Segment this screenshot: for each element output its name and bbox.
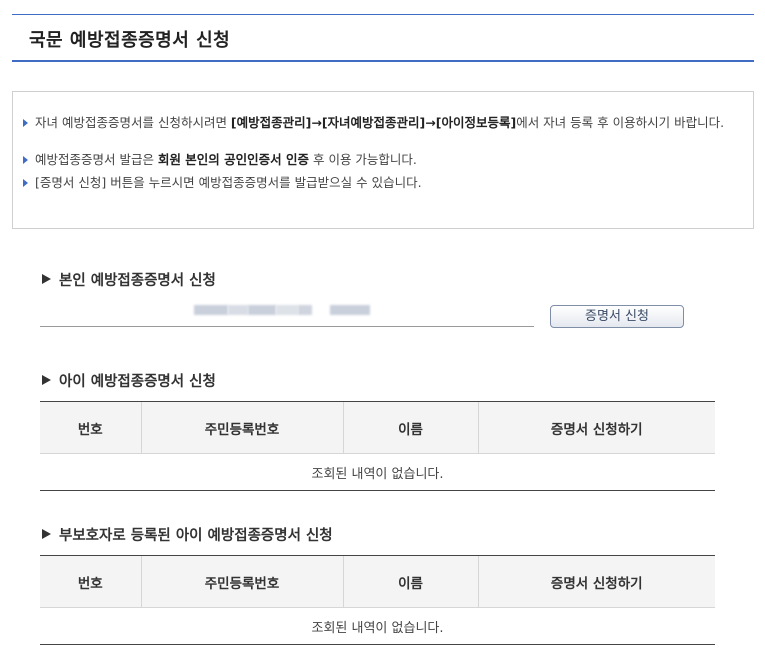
table-row: 조회된 내역이 없습니다. — [40, 453, 715, 491]
notice-text: [증명서 신청] 버튼을 누르시면 예방접종증명서를 발급받으실 수 있습니다. — [35, 175, 422, 190]
column-header-number: 번호 — [40, 555, 141, 608]
table-row: 조회된 내역이 없습니다. — [40, 607, 715, 645]
bullet-icon — [23, 179, 28, 187]
triangle-bullet-icon — [42, 274, 51, 284]
self-section-title-text: 본인 예방접종증명서 신청 — [59, 273, 216, 289]
table-header-row: 번호 주민등록번호 이름 증명서 신청하기 — [40, 401, 715, 454]
self-section-title: 본인 예방접종증명서 신청 — [42, 269, 216, 290]
arrow-icon: → — [425, 115, 436, 130]
page-title: 국문 예방접종증명서 신청 — [29, 30, 231, 51]
guardian-child-certificate-table: 번호 주민등록번호 이름 증명서 신청하기 조회된 내역이 없습니다. — [40, 555, 715, 645]
empty-result-message: 조회된 내역이 없습니다. — [40, 453, 715, 491]
triangle-bullet-icon — [42, 529, 51, 539]
table-header-row: 번호 주민등록번호 이름 증명서 신청하기 — [40, 555, 715, 608]
column-header-request: 증명서 신청하기 — [477, 401, 715, 454]
column-header-name: 이름 — [342, 401, 478, 454]
child-section-title-text: 아이 예방접종증명서 신청 — [59, 374, 216, 390]
column-header-number: 번호 — [40, 401, 141, 454]
notice-text: 자녀 예방접종증명서를 신청하시려면 — [35, 115, 231, 130]
guardian-section-title-text: 부보호자로 등록된 아이 예방접종증명서 신청 — [59, 528, 333, 544]
bullet-icon — [23, 156, 28, 164]
child-certificate-table: 번호 주민등록번호 이름 증명서 신청하기 조회된 내역이 없습니다. — [40, 401, 715, 491]
arrow-icon: → — [311, 115, 322, 130]
notice-menu-child-info: [아이정보등록] — [435, 115, 517, 130]
notice-text: 에서 자녀 등록 후 이용하시기 바랍니다. — [516, 115, 725, 130]
notice-text: 예방접종증명서 발급은 — [35, 152, 158, 167]
masked-resident-number — [194, 305, 370, 315]
empty-result-message: 조회된 내역이 없습니다. — [40, 607, 715, 645]
notice-box: 자녀 예방접종증명서를 신청하시려면 [예방접종관리]→[자녀예방접종관리]→[… — [12, 91, 754, 229]
self-info-row — [40, 298, 534, 327]
self-certificate-request-button[interactable]: 증명서 신청 — [550, 305, 684, 328]
column-header-resident-number: 주민등록번호 — [140, 401, 343, 454]
notice-item-certificate-auth: 예방접종증명서 발급은 회원 본인의 공인인증서 인증 후 이용 가능합니다. — [23, 152, 735, 168]
bullet-icon — [23, 119, 28, 127]
notice-item-child-registration: 자녀 예방접종증명서를 신청하시려면 [예방접종관리]→[자녀예방접종관리]→[… — [23, 115, 735, 131]
notice-menu-vaccination-management: [예방접종관리] — [230, 115, 312, 130]
guardian-section-title: 부보호자로 등록된 아이 예방접종증명서 신청 — [42, 524, 333, 545]
notice-item-button-guide: [증명서 신청] 버튼을 누르시면 예방접종증명서를 발급받으실 수 있습니다. — [23, 175, 735, 191]
notice-text: 후 이용 가능합니다. — [309, 152, 417, 167]
column-header-request: 증명서 신청하기 — [477, 555, 715, 608]
column-header-name: 이름 — [342, 555, 478, 608]
child-section-title: 아이 예방접종증명서 신청 — [42, 370, 216, 391]
notice-menu-child-vaccination: [자녀예방접종관리] — [321, 115, 426, 130]
page-header: 국문 예방접종증명서 신청 — [12, 14, 754, 62]
triangle-bullet-icon — [42, 375, 51, 385]
column-header-resident-number: 주민등록번호 — [140, 555, 343, 608]
notice-emphasis: 회원 본인의 공인인증서 인증 — [157, 152, 310, 167]
